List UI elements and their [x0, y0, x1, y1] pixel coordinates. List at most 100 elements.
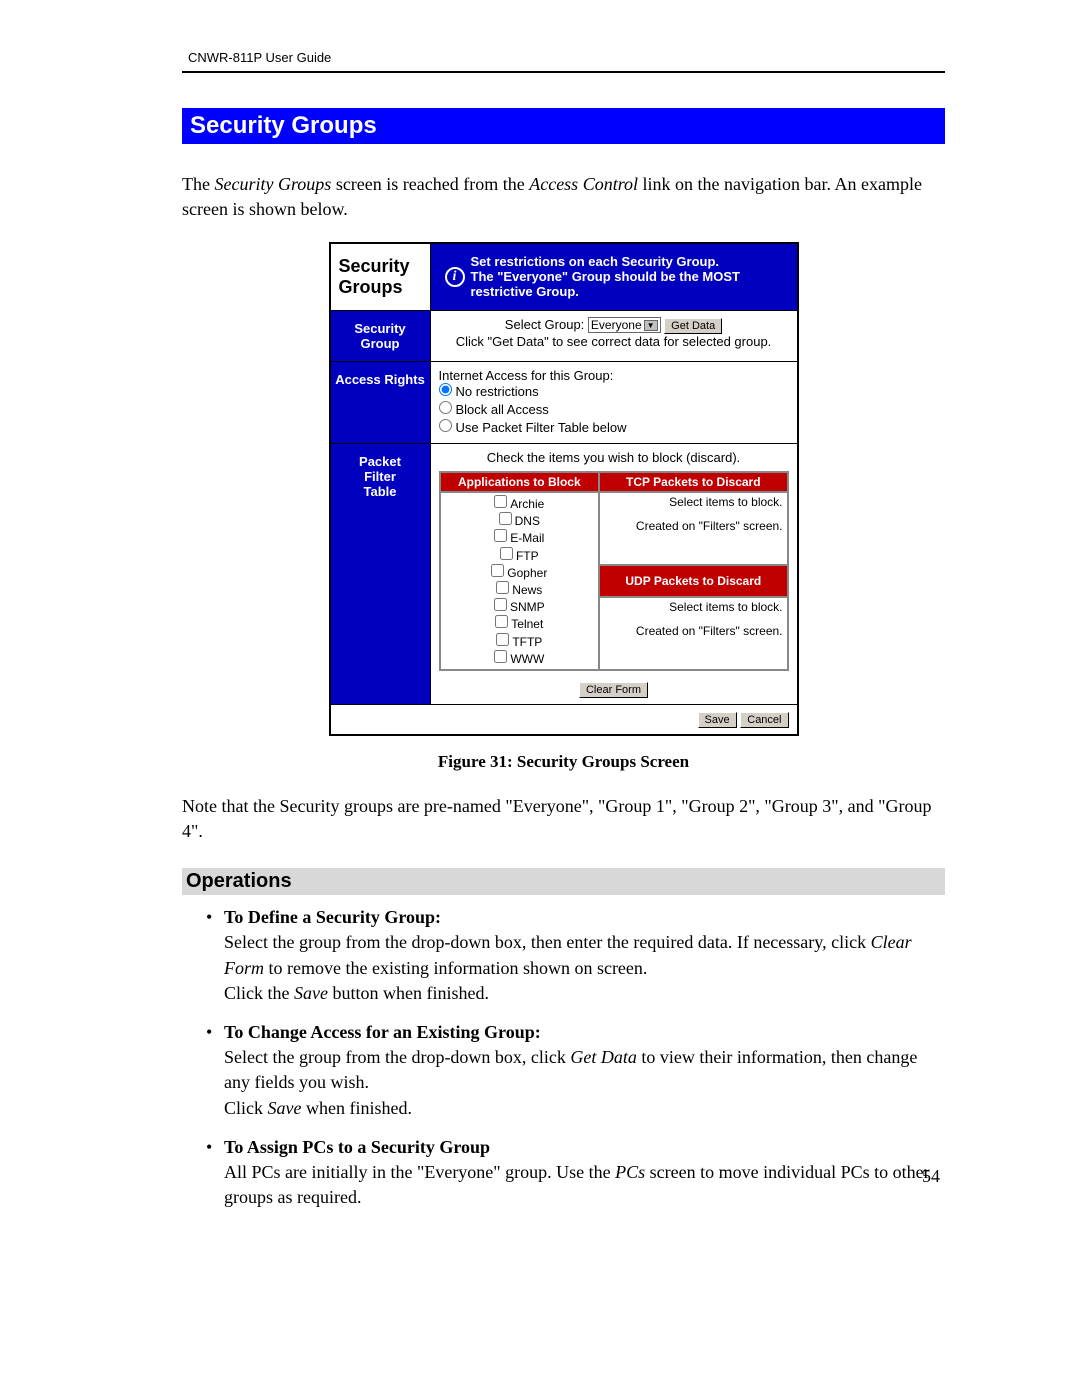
op-em: Get Data — [570, 1047, 637, 1067]
header-rule — [182, 71, 945, 73]
select-group-label: Select Group: — [505, 317, 585, 332]
op-text: Click the — [224, 983, 294, 1003]
radio-label: Use Packet Filter Table below — [456, 420, 627, 435]
app-label: WWW — [510, 652, 544, 666]
packet-hint: Check the items you wish to block (disca… — [439, 450, 789, 465]
udp-header: UDP Packets to Discard — [599, 565, 787, 598]
packet-l1: Packet — [335, 454, 426, 469]
app-label: Telnet — [511, 617, 543, 631]
app-checkbox[interactable]: TFTP — [445, 633, 595, 650]
group-select-value: Everyone — [591, 318, 642, 332]
app-checkbox[interactable]: FTP — [445, 547, 595, 564]
app-checkbox[interactable]: WWW — [445, 650, 595, 667]
panel-title-cell: Security Groups — [330, 244, 430, 311]
radio-input[interactable] — [439, 419, 452, 432]
note-paragraph: Note that the Security groups are pre-na… — [182, 794, 945, 844]
checkbox-input[interactable] — [494, 529, 507, 542]
operation-item: To Define a Security Group: Select the g… — [206, 905, 945, 1006]
op-text: button when finished. — [328, 983, 489, 1003]
access-heading: Internet Access for this Group: — [439, 368, 789, 383]
radio-label: No restrictions — [456, 384, 539, 399]
access-radio-no-restrictions[interactable]: No restrictions — [439, 383, 789, 401]
packet-l3: Table — [335, 484, 426, 499]
operation-item: To Change Access for an Existing Group: … — [206, 1020, 945, 1121]
op-text: to remove the existing information shown… — [264, 958, 647, 978]
checkbox-input[interactable] — [494, 598, 507, 611]
app-checkbox[interactable]: Telnet — [445, 615, 595, 632]
security-group-cell: Select Group: Everyone ▼ Get Data Click … — [430, 311, 797, 362]
op-text: when finished. — [301, 1098, 411, 1118]
screenshot-figure: Security Groups i Set restrictions on ea… — [329, 242, 799, 736]
footer-buttons-cell: Save Cancel — [330, 704, 797, 734]
checkbox-input[interactable] — [496, 581, 509, 594]
packet-l2: Filter — [335, 469, 426, 484]
intro-em2: Access Control — [529, 174, 638, 194]
figure-caption: Figure 31: Security Groups Screen — [182, 752, 945, 772]
panel-title-l2: Groups — [339, 277, 422, 298]
app-checkbox[interactable]: Archie — [445, 495, 595, 512]
access-rights-cell: Internet Access for this Group: No restr… — [430, 362, 797, 444]
access-radio-packet-filter[interactable]: Use Packet Filter Table below — [439, 419, 789, 437]
op-em: Save — [294, 983, 328, 1003]
checkbox-input[interactable] — [499, 512, 512, 525]
op-text: Click — [224, 1098, 268, 1118]
radio-input[interactable] — [439, 383, 452, 396]
radio-input[interactable] — [439, 401, 452, 414]
tcp-header: TCP Packets to Discard — [599, 472, 787, 492]
select-items-msg: Select items to block. — [604, 600, 782, 614]
op-text: Select the group from the drop-down box,… — [224, 1047, 570, 1067]
app-label: SNMP — [510, 600, 545, 614]
created-msg: Created on "Filters" screen. — [604, 624, 782, 638]
app-checkbox[interactable]: E-Mail — [445, 529, 595, 546]
intro-text: screen is reached from the — [331, 174, 529, 194]
app-checkbox[interactable]: Gopher — [445, 564, 595, 581]
op-title: To Define a Security Group: — [224, 907, 441, 927]
packet-filter-table: Applications to Block TCP Packets to Dis… — [439, 471, 789, 671]
chevron-down-icon: ▼ — [644, 320, 658, 331]
checkbox-input[interactable] — [494, 495, 507, 508]
op-em: PCs — [615, 1162, 645, 1182]
created-msg: Created on "Filters" screen. — [604, 519, 782, 533]
clear-form-button[interactable]: Clear Form — [579, 682, 648, 698]
app-label: Archie — [510, 497, 544, 511]
page-number: 54 — [922, 1166, 940, 1187]
app-label: FTP — [516, 549, 539, 563]
get-data-button[interactable]: Get Data — [664, 318, 722, 334]
info-cell: i Set restrictions on each Security Grou… — [430, 244, 797, 311]
cancel-button[interactable]: Cancel — [740, 712, 788, 728]
checkbox-input[interactable] — [496, 633, 509, 646]
packet-filter-cell: Check the items you wish to block (disca… — [430, 444, 797, 705]
op-title: To Assign PCs to a Security Group — [224, 1137, 490, 1157]
checkbox-input[interactable] — [495, 615, 508, 628]
app-checkbox[interactable]: News — [445, 581, 595, 598]
group-select[interactable]: Everyone ▼ — [588, 317, 661, 333]
intro-paragraph: The Security Groups screen is reached fr… — [182, 172, 945, 222]
row-label-access-rights: Access Rights — [330, 362, 430, 444]
info-icon: i — [445, 267, 465, 287]
app-label: E-Mail — [510, 531, 544, 545]
op-text: Select the group from the drop-down box,… — [224, 932, 871, 952]
op-title: To Change Access for an Existing Group: — [224, 1022, 541, 1042]
save-button[interactable]: Save — [698, 712, 737, 728]
intro-text: The — [182, 174, 214, 194]
operations-heading: Operations — [182, 868, 945, 895]
apps-header-text: Applications to Block — [445, 475, 595, 489]
checkbox-input[interactable] — [491, 564, 504, 577]
checkbox-input[interactable] — [500, 547, 513, 560]
app-label: Gopher — [507, 566, 547, 580]
app-label: TFTP — [512, 635, 542, 649]
app-checkbox[interactable]: SNMP — [445, 598, 595, 615]
apps-header: Applications to Block — [440, 472, 600, 492]
access-radio-block-all[interactable]: Block all Access — [439, 401, 789, 419]
info-line: Set restrictions on each Security Group. — [471, 254, 740, 269]
op-text: All PCs are initially in the "Everyone" … — [224, 1162, 615, 1182]
checkbox-input[interactable] — [494, 650, 507, 663]
info-line: The "Everyone" Group should be the MOST — [471, 269, 740, 284]
apps-checkbox-list: Archie DNS E-Mail FTP Gopher News SNMP T… — [440, 492, 600, 670]
select-items-msg: Select items to block. — [604, 495, 782, 509]
row-label-security-group: Security Group — [330, 311, 430, 362]
info-line: restrictive Group. — [471, 284, 740, 299]
panel-title-l1: Security — [339, 256, 422, 277]
app-checkbox[interactable]: DNS — [445, 512, 595, 529]
udp-msg-cell: Select items to block. Created on "Filte… — [599, 597, 787, 669]
